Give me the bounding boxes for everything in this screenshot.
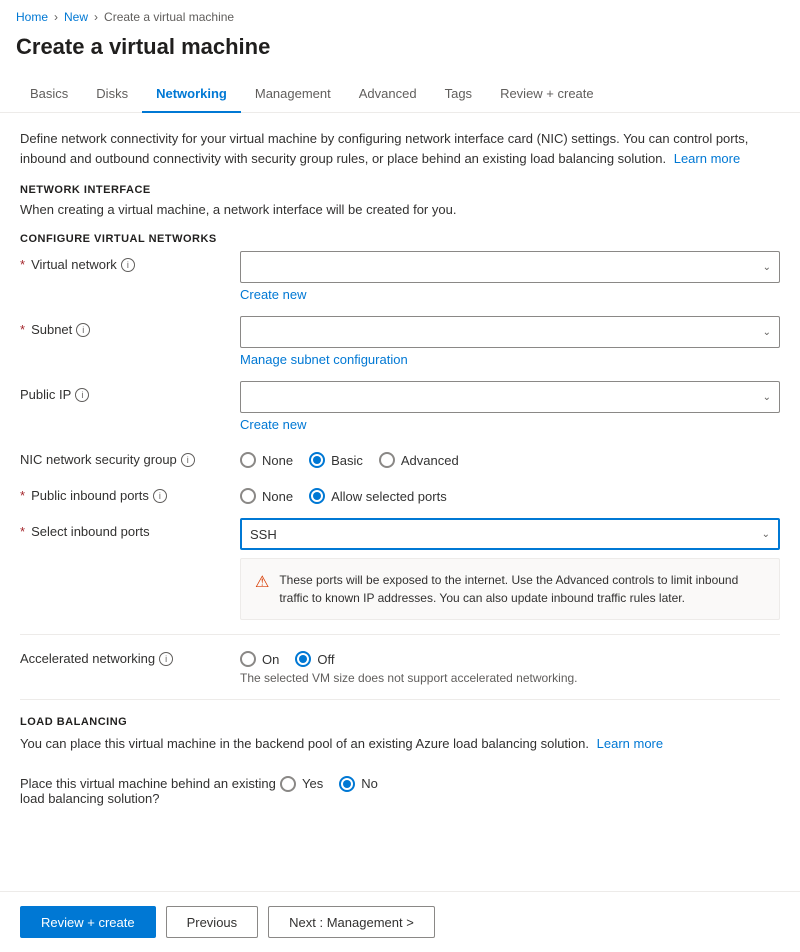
select-inbound-ports-label: * Select inbound ports bbox=[20, 518, 240, 539]
lb-yes[interactable]: Yes bbox=[280, 776, 323, 792]
public-inbound-ports-options: None Allow selected ports bbox=[240, 482, 780, 504]
accelerated-off[interactable]: Off bbox=[295, 651, 334, 667]
public-ip-dropdown[interactable]: ⌄ bbox=[240, 381, 780, 413]
breadcrumb-current: Create a virtual machine bbox=[104, 10, 234, 24]
public-ip-create-new[interactable]: Create new bbox=[240, 417, 780, 432]
nic-security-group-info-icon[interactable]: i bbox=[181, 453, 195, 467]
accelerated-on[interactable]: On bbox=[240, 651, 279, 667]
accelerated-networking-note: The selected VM size does not support ac… bbox=[240, 671, 780, 685]
page-footer: Review + create Previous Next : Manageme… bbox=[0, 891, 800, 952]
subnet-row: * Subnet i ⌄ Manage subnet configuration bbox=[20, 316, 780, 367]
lb-no[interactable]: No bbox=[339, 776, 378, 792]
load-balancing-title: LOAD BALANCING bbox=[20, 716, 780, 728]
divider-2 bbox=[20, 699, 780, 700]
nic-security-group-label: NIC network security group i bbox=[20, 446, 240, 467]
chevron-down-icon: ⌄ bbox=[763, 327, 771, 338]
ports-warning-text: These ports will be exposed to the inter… bbox=[279, 571, 765, 607]
virtual-network-label: * Virtual network i bbox=[20, 251, 240, 272]
tab-disks[interactable]: Disks bbox=[82, 76, 142, 113]
nic-security-advanced[interactable]: Advanced bbox=[379, 452, 459, 468]
virtual-network-row: * Virtual network i ⌄ Create new bbox=[20, 251, 780, 302]
virtual-network-create-new[interactable]: Create new bbox=[240, 287, 780, 302]
select-inbound-ports-dropdown[interactable]: SSH ⌄ bbox=[240, 518, 780, 550]
public-ip-label: Public IP i bbox=[20, 381, 240, 402]
accelerated-networking-options: On Off bbox=[240, 645, 780, 667]
next-button[interactable]: Next : Management > bbox=[268, 906, 435, 938]
place-behind-lb-row: Place this virtual machine behind an exi… bbox=[20, 770, 780, 806]
public-inbound-info-icon[interactable]: i bbox=[153, 489, 167, 503]
tab-advanced[interactable]: Advanced bbox=[345, 76, 431, 113]
accelerated-networking-label: Accelerated networking i bbox=[20, 645, 240, 666]
chevron-down-icon: ⌄ bbox=[763, 262, 771, 273]
page-title: Create a virtual machine bbox=[0, 30, 800, 76]
nic-security-group-options: None Basic Advanced bbox=[240, 446, 780, 468]
public-inbound-ports-label: * Public inbound ports i bbox=[20, 482, 240, 503]
load-balancing-learn-more[interactable]: Learn more bbox=[597, 736, 663, 751]
tab-networking[interactable]: Networking bbox=[142, 76, 241, 113]
tab-bar: Basics Disks Networking Management Advan… bbox=[0, 76, 800, 113]
nic-security-none[interactable]: None bbox=[240, 452, 293, 468]
network-interface-title: NETWORK INTERFACE bbox=[20, 184, 780, 196]
breadcrumb: Home › New › Create a virtual machine bbox=[0, 0, 800, 30]
virtual-network-dropdown[interactable]: ⌄ bbox=[240, 251, 780, 283]
public-ip-control: ⌄ Create new bbox=[240, 381, 780, 432]
inbound-allow-selected[interactable]: Allow selected ports bbox=[309, 488, 447, 504]
place-behind-lb-label: Place this virtual machine behind an exi… bbox=[20, 770, 280, 806]
radio-accel-on-circle bbox=[240, 651, 256, 667]
radio-inbound-none-circle bbox=[240, 488, 256, 504]
accelerated-networking-row: Accelerated networking i On Off The sele… bbox=[20, 645, 780, 685]
select-inbound-ports-row: * Select inbound ports SSH ⌄ ⚠ These por… bbox=[20, 518, 780, 620]
tab-review-create[interactable]: Review + create bbox=[486, 76, 608, 113]
networking-description: Define network connectivity for your vir… bbox=[20, 129, 780, 168]
select-inbound-ports-value: SSH bbox=[250, 527, 277, 542]
network-interface-desc: When creating a virtual machine, a netwo… bbox=[20, 202, 780, 217]
radio-advanced-circle bbox=[379, 452, 395, 468]
main-content: Define network connectivity for your vir… bbox=[0, 113, 800, 891]
virtual-network-info-icon[interactable]: i bbox=[121, 258, 135, 272]
subnet-label: * Subnet i bbox=[20, 316, 240, 337]
subnet-info-icon[interactable]: i bbox=[76, 323, 90, 337]
accelerated-networking-control: On Off The selected VM size does not sup… bbox=[240, 645, 780, 685]
tab-tags[interactable]: Tags bbox=[431, 76, 486, 113]
divider-1 bbox=[20, 634, 780, 635]
subnet-control: ⌄ Manage subnet configuration bbox=[240, 316, 780, 367]
previous-button[interactable]: Previous bbox=[166, 906, 259, 938]
select-inbound-ports-control: SSH ⌄ ⚠ These ports will be exposed to t… bbox=[240, 518, 780, 620]
accelerated-networking-info-icon[interactable]: i bbox=[159, 652, 173, 666]
public-inbound-ports-row: * Public inbound ports i None Allow sele… bbox=[20, 482, 780, 504]
configure-virtual-networks-title: CONFIGURE VIRTUAL NETWORKS bbox=[20, 233, 780, 245]
inbound-none[interactable]: None bbox=[240, 488, 293, 504]
place-behind-lb-control: Yes No bbox=[280, 770, 780, 792]
nic-security-group-control: None Basic Advanced bbox=[240, 446, 780, 468]
public-ip-row: Public IP i ⌄ Create new bbox=[20, 381, 780, 432]
radio-lb-yes-circle bbox=[280, 776, 296, 792]
chevron-down-icon: ⌄ bbox=[762, 529, 770, 540]
public-ip-info-icon[interactable]: i bbox=[75, 388, 89, 402]
radio-accel-off-circle bbox=[295, 651, 311, 667]
tab-management[interactable]: Management bbox=[241, 76, 345, 113]
nic-security-basic[interactable]: Basic bbox=[309, 452, 363, 468]
tab-basics[interactable]: Basics bbox=[16, 76, 82, 113]
learn-more-link[interactable]: Learn more bbox=[674, 151, 740, 166]
public-inbound-ports-control: None Allow selected ports bbox=[240, 482, 780, 504]
subnet-dropdown[interactable]: ⌄ bbox=[240, 316, 780, 348]
warning-icon: ⚠ bbox=[255, 572, 269, 607]
place-behind-lb-options: Yes No bbox=[280, 770, 780, 792]
ports-warning-box: ⚠ These ports will be exposed to the int… bbox=[240, 558, 780, 620]
radio-none-circle bbox=[240, 452, 256, 468]
nic-security-group-row: NIC network security group i None Basic bbox=[20, 446, 780, 468]
chevron-down-icon: ⌄ bbox=[763, 392, 771, 403]
radio-inbound-allow-circle bbox=[309, 488, 325, 504]
breadcrumb-home[interactable]: Home bbox=[16, 10, 48, 24]
review-create-button[interactable]: Review + create bbox=[20, 906, 156, 938]
load-balancing-description: You can place this virtual machine in th… bbox=[20, 734, 780, 754]
manage-subnet-link[interactable]: Manage subnet configuration bbox=[240, 352, 780, 367]
breadcrumb-new[interactable]: New bbox=[64, 10, 88, 24]
virtual-network-control: ⌄ Create new bbox=[240, 251, 780, 302]
radio-basic-circle bbox=[309, 452, 325, 468]
radio-lb-no-circle bbox=[339, 776, 355, 792]
